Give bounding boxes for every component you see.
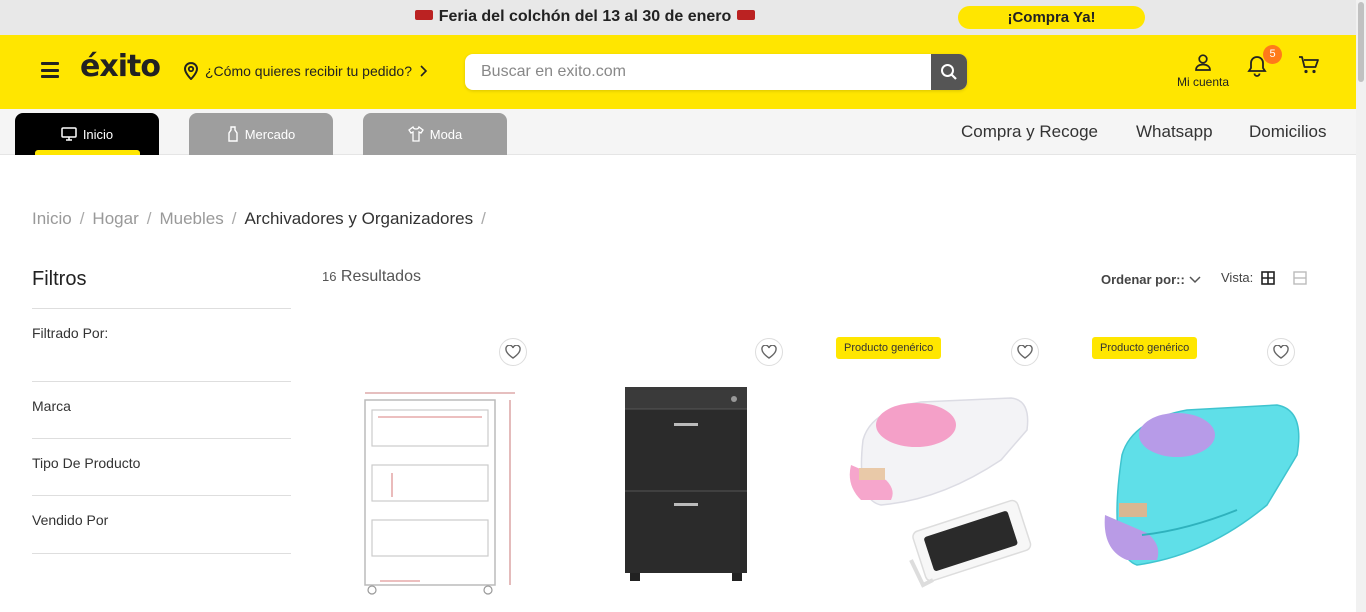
tab-label: Mercado <box>244 126 296 142</box>
search-bar <box>465 54 967 90</box>
cart-button[interactable] <box>1298 55 1320 80</box>
product-card[interactable] <box>330 335 562 612</box>
product-card[interactable] <box>586 335 818 612</box>
tab-mercado[interactable]: Mercado <box>189 113 333 155</box>
tab-label: Inicio <box>82 126 114 142</box>
compra-ya-button[interactable]: ¡Compra Ya! <box>958 6 1145 29</box>
nav-link-compra-recoge[interactable]: Compra y Recoge <box>961 122 1098 142</box>
exito-logo[interactable]: éxito <box>80 49 161 84</box>
chevron-down-icon <box>1189 275 1201 283</box>
product-image <box>849 397 1032 588</box>
filter-group-vendido-por[interactable]: Vendido Por <box>32 512 108 528</box>
account-button[interactable]: Mi cuenta <box>1172 53 1234 89</box>
page-scrollbar[interactable] <box>1356 0 1366 612</box>
heart-icon <box>505 345 521 359</box>
promo-text: Feria del colchón del 13 al 30 de enero <box>438 8 732 25</box>
nav-link-whatsapp[interactable]: Whatsapp <box>1136 122 1213 142</box>
filtered-by-label: Filtrado Por: <box>32 325 109 341</box>
divider <box>32 308 291 309</box>
sort-label: Ordenar por:: <box>1101 272 1185 287</box>
scroll-thumb[interactable] <box>1358 2 1364 82</box>
hamburger-menu-icon[interactable] <box>41 62 59 78</box>
header: éxito ¿Cómo quieres recibir tu pedido? M… <box>0 35 1356 109</box>
heart-icon <box>1273 345 1289 359</box>
generic-product-tag: Producto genérico <box>836 337 942 359</box>
favorite-button[interactable] <box>1011 338 1039 366</box>
product-image <box>625 387 747 581</box>
user-icon <box>1195 54 1211 71</box>
product-card[interactable]: Producto genérico <box>1092 335 1324 612</box>
promo-bar: Feria del colchón del 13 al 30 de enero … <box>0 0 1356 35</box>
notification-badge: 5 <box>1263 45 1282 64</box>
breadcrumb: Inicio / Hogar / Muebles / Archivadores y Orga… <box>32 209 486 228</box>
sort-dropdown[interactable]: Ordenar por:: <box>1101 272 1201 287</box>
favorite-button[interactable] <box>1267 338 1295 366</box>
divider <box>32 381 291 382</box>
grid-view-icon[interactable] <box>1261 270 1276 285</box>
generic-product-tag: Producto genérico <box>1092 337 1198 359</box>
product-image <box>1104 404 1300 566</box>
filter-group-marca[interactable]: Marca <box>32 398 71 414</box>
heart-icon <box>761 345 777 359</box>
breadcrumb-item[interactable]: Inicio <box>32 209 72 228</box>
account-label: Mi cuenta <box>1176 75 1230 89</box>
filters-title: Filtros <box>32 268 87 290</box>
monitor-icon <box>61 127 77 141</box>
shirt-icon <box>407 126 424 142</box>
tab-inicio[interactable]: Inicio <box>15 113 159 155</box>
product-image <box>364 392 515 595</box>
bed-icon <box>414 9 433 20</box>
chevron-right-icon <box>420 65 428 77</box>
tab-label: Moda <box>429 126 463 142</box>
view-toggle: Vista: <box>1221 270 1307 285</box>
delivery-label: ¿Cómo quieres recibir tu pedido? <box>205 63 412 79</box>
breadcrumb-item[interactable]: Muebles <box>159 209 223 228</box>
breadcrumb-item[interactable]: Hogar <box>92 209 138 228</box>
divider <box>32 438 291 439</box>
favorite-button[interactable] <box>755 338 783 366</box>
delivery-selector[interactable]: ¿Cómo quieres recibir tu pedido? <box>183 62 428 80</box>
bottle-icon <box>228 126 238 142</box>
divider <box>32 553 291 554</box>
heart-icon <box>1017 345 1033 359</box>
bed-icon <box>737 9 756 20</box>
filter-group-tipo-producto[interactable]: Tipo De Producto <box>32 455 140 471</box>
search-icon <box>941 64 957 80</box>
results-label: Resultados <box>340 268 421 285</box>
location-pin-icon <box>183 62 199 80</box>
tab-moda[interactable]: Moda <box>363 113 507 155</box>
results-count: 16 Resultados <box>322 268 421 286</box>
active-tab-indicator <box>35 150 140 155</box>
favorite-button[interactable] <box>499 338 527 366</box>
results-number: 16 <box>322 269 337 284</box>
breadcrumb-current: Archivadores y Organizadores <box>244 209 474 228</box>
product-card[interactable]: Producto genérico <box>836 335 1068 612</box>
list-view-icon[interactable] <box>1293 270 1307 285</box>
view-label: Vista: <box>1221 270 1254 285</box>
divider <box>32 495 291 496</box>
nav-link-domicilios[interactable]: Domicilios <box>1249 122 1326 142</box>
search-button[interactable] <box>931 54 967 90</box>
cart-icon <box>1299 56 1319 74</box>
nav-bar: Inicio Mercado Moda Compra y Recoge What… <box>0 109 1356 155</box>
search-input[interactable] <box>465 54 931 90</box>
